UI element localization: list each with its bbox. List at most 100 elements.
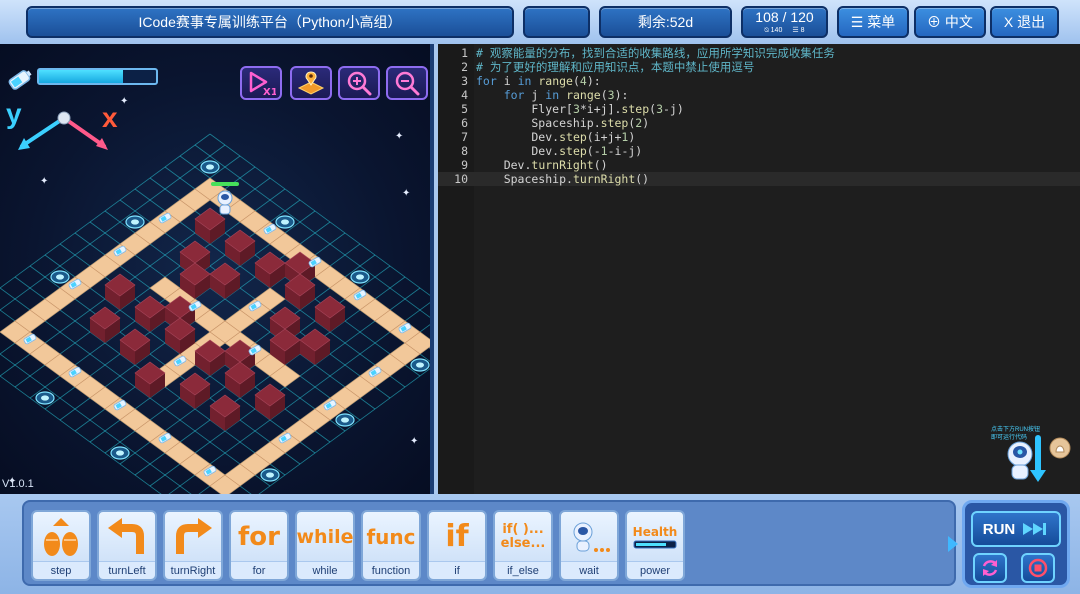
- zoom-in-icon: [347, 71, 372, 96]
- line-number: 7: [461, 130, 468, 144]
- block-wait[interactable]: wait: [559, 510, 619, 581]
- score-sub-right: ☰ 8: [792, 27, 805, 34]
- turn-left-icon: [108, 517, 144, 554]
- refresh-icon: [982, 560, 998, 576]
- line-number: 6: [461, 116, 468, 130]
- portal-icon: [260, 468, 280, 482]
- score-value: 108 / 120: [755, 9, 814, 25]
- block-while-label: while: [297, 561, 353, 579]
- block-power[interactable]: Health power: [625, 510, 685, 581]
- stop-button[interactable]: [1021, 553, 1055, 583]
- block-for-label: for: [231, 561, 287, 579]
- score-sub-left: ⍉ 140: [764, 27, 783, 34]
- portal-icon: [125, 215, 145, 229]
- exit-button[interactable]: X 退出: [990, 6, 1059, 38]
- code-line[interactable]: 10 Spaceship.turnRight(): [438, 172, 1080, 186]
- helper-robot-icon: [1007, 435, 1071, 482]
- block-if-else[interactable]: if( )... else... if_else: [493, 510, 553, 581]
- block-power-label: power: [627, 561, 683, 579]
- block-palette: step turnLeft turnRight for for while wh…: [0, 494, 1080, 594]
- code-line[interactable]: 2 # 为了更好的理解和应用知识点，本题中禁止使用逗号: [438, 60, 1080, 74]
- game-viewport[interactable]: ✦✦✦✦✦✦✦✦ X1: [0, 44, 434, 494]
- power-icon: Health: [627, 512, 683, 561]
- run-button-label: RUN: [982, 520, 1016, 538]
- code-editor[interactable]: 1 # 观察能量的分布，找到合适的收集路线，应用所学知识完成收集任务 2 # 为了更好…: [438, 44, 1080, 494]
- block-turnleft[interactable]: turnLeft: [97, 510, 157, 581]
- line-number: 8: [461, 144, 468, 158]
- star-icon: ✦: [402, 188, 410, 199]
- function-icon: func: [366, 524, 416, 549]
- code-text: Spaceship.step(2): [476, 116, 650, 130]
- block-palette-tray: step turnLeft turnRight for for while wh…: [22, 500, 956, 586]
- score-box: 108 / 120 ⍉ 140 ☰ 8: [741, 6, 828, 38]
- line-number: 4: [461, 88, 468, 102]
- block-turnleft-label: turnLeft: [99, 561, 155, 579]
- line-number: 3: [461, 74, 468, 88]
- portal-icon: [335, 413, 355, 427]
- zoom-out-button[interactable]: [386, 66, 428, 100]
- wait-icon: [573, 522, 610, 552]
- block-if[interactable]: if if: [427, 510, 487, 581]
- code-line[interactable]: 8 Dev.step(-1-i-j): [438, 144, 1080, 158]
- fast-forward-icon: [1023, 523, 1047, 535]
- portal-icon: [410, 358, 430, 372]
- line-number: 9: [461, 158, 468, 172]
- block-turnright-label: turnRight: [165, 561, 221, 579]
- language-button[interactable]: ⊕ 中文: [914, 6, 986, 38]
- chevron-right-icon[interactable]: [946, 534, 960, 554]
- menu-button[interactable]: ☰ 菜单: [837, 6, 909, 38]
- battery-icon: [6, 66, 34, 97]
- top-bar: ICode赛事专属训练平台（Python小高组） 剩余:52d 108 / 12…: [0, 0, 1080, 44]
- block-turnright[interactable]: turnRight: [163, 510, 223, 581]
- block-wait-label: wait: [561, 561, 617, 579]
- map-location-button[interactable]: [290, 66, 332, 100]
- code-line[interactable]: 4 for j in range(3):: [438, 88, 1080, 102]
- run-panel: RUN: [962, 500, 1070, 588]
- app-title: ICode赛事专属训练平台（Python小高组）: [26, 6, 514, 38]
- portal-icon: [110, 446, 130, 460]
- code-line[interactable]: 6 Spaceship.step(2): [438, 116, 1080, 130]
- block-step[interactable]: step: [31, 510, 91, 581]
- code-text: Spaceship.turnRight(): [476, 172, 650, 186]
- axis-y-label: y: [6, 98, 22, 129]
- block-if-label: if: [429, 561, 485, 579]
- zoom-out-icon: [395, 71, 420, 96]
- for-icon: for: [238, 521, 280, 552]
- axis-x-label: x: [102, 102, 118, 133]
- block-function-label: function: [363, 561, 419, 579]
- version-label: V1.0.1: [2, 478, 34, 490]
- code-text: Dev.step(i+j+1): [476, 130, 636, 144]
- block-while[interactable]: while while: [295, 510, 355, 581]
- blank-info-box: [523, 6, 590, 38]
- block-for[interactable]: for for: [229, 510, 289, 581]
- code-text: Dev.turnRight(): [476, 158, 608, 172]
- svg-text:X1: X1: [263, 87, 276, 96]
- portal-icon: [350, 270, 370, 284]
- if-else-icon: if( )... else...: [500, 521, 546, 551]
- stop-icon: [1028, 558, 1048, 578]
- code-text: # 为了更好的理解和应用知识点，本题中禁止使用逗号: [476, 60, 755, 74]
- code-line[interactable]: 5 Flyer[3*i+j].step(3-j): [438, 102, 1080, 116]
- zoom-in-button[interactable]: [338, 66, 380, 100]
- energy-fill: [39, 70, 124, 83]
- star-icon: ✦: [395, 131, 403, 142]
- reset-button[interactable]: [973, 553, 1007, 583]
- portal-icon: [35, 391, 55, 405]
- code-line[interactable]: 3 for i in range(4):: [438, 74, 1080, 88]
- portal-icon: [275, 215, 295, 229]
- portal-icon: [50, 270, 70, 284]
- remaining-days: 剩余:52d: [599, 6, 732, 38]
- code-lines[interactable]: 1 # 观察能量的分布，找到合适的收集路线，应用所学知识完成收集任务 2 # 为了更好…: [438, 46, 1080, 186]
- run-button[interactable]: RUN: [971, 511, 1061, 547]
- code-text: Dev.step(-1-i-j): [476, 144, 643, 158]
- code-line[interactable]: 9 Dev.turnRight(): [438, 158, 1080, 172]
- code-text: for j in range(3):: [503, 88, 629, 102]
- line-number: 10: [454, 172, 468, 186]
- line-number: 2: [461, 60, 468, 74]
- star-icon: ✦: [410, 436, 418, 447]
- line-number: 1: [461, 46, 468, 60]
- code-line[interactable]: 1 # 观察能量的分布，找到合适的收集路线，应用所学知识完成收集任务: [438, 46, 1080, 60]
- speed-x1-button[interactable]: X1: [240, 66, 282, 100]
- block-function[interactable]: func function: [361, 510, 421, 581]
- code-line[interactable]: 7 Dev.step(i+j+1): [438, 130, 1080, 144]
